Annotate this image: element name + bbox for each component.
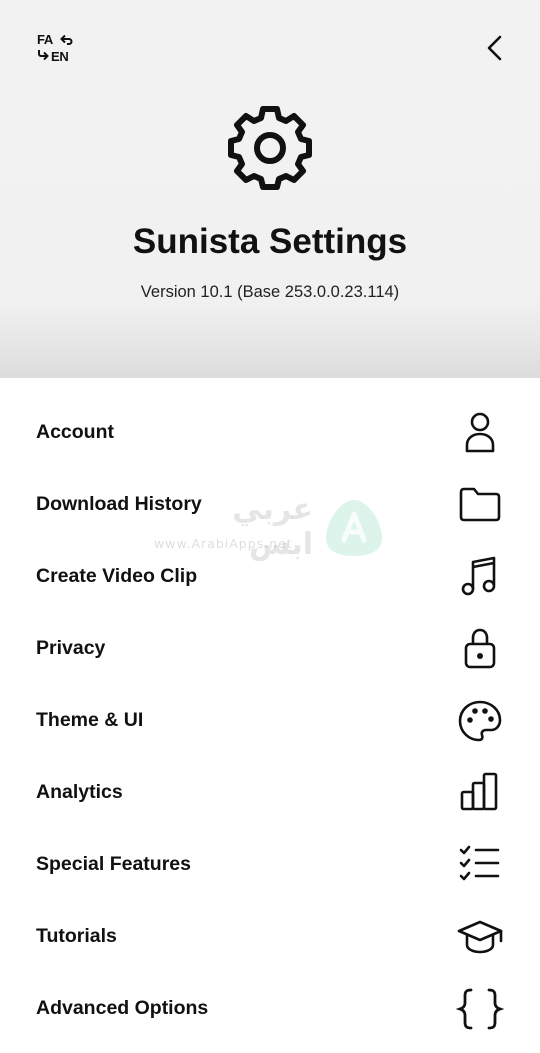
- menu-item-label: Theme & UI: [36, 709, 144, 731]
- menu-item-label: Create Video Clip: [36, 565, 198, 587]
- palette-icon: [456, 698, 504, 744]
- menu-item-tutorials[interactable]: Tutorials: [0, 901, 540, 973]
- music-note-icon: [456, 554, 504, 600]
- menu-item-create-video-clip[interactable]: Create Video Clip: [0, 541, 540, 613]
- menu-item-label: Tutorials: [36, 925, 117, 947]
- language-to-label: EN: [51, 49, 69, 64]
- menu-item-download-history[interactable]: Download History: [0, 469, 540, 541]
- back-button[interactable]: [480, 32, 510, 64]
- menu-item-advanced-options[interactable]: Advanced Options: [0, 973, 540, 1045]
- menu-item-label: Advanced Options: [36, 997, 209, 1019]
- chevron-left-icon: [487, 35, 502, 61]
- menu-item-label: Download History: [36, 493, 202, 515]
- language-toggle-button[interactable]: FA EN: [36, 32, 76, 66]
- settings-menu: Account Download History Create Video Cl…: [0, 397, 540, 1045]
- person-icon: [456, 410, 504, 456]
- settings-header: FA EN Sunista Settings Version 10.1 (Bas…: [0, 0, 540, 378]
- menu-item-label: Privacy: [36, 637, 106, 659]
- page-title: Sunista Settings: [132, 222, 408, 261]
- bar-chart-icon: [456, 770, 504, 816]
- menu-item-label: Special Features: [36, 853, 191, 875]
- swap-arrow-icon: [60, 34, 73, 45]
- curly-braces-icon: [456, 986, 504, 1032]
- menu-item-label: Account: [36, 421, 114, 443]
- menu-item-privacy[interactable]: Privacy: [0, 613, 540, 685]
- menu-item-analytics[interactable]: Analytics: [0, 757, 540, 829]
- gear-icon: [224, 102, 316, 194]
- menu-item-special-features[interactable]: Special Features: [0, 829, 540, 901]
- version-text: Version 10.1 (Base 253.0.0.23.114): [140, 283, 400, 301]
- lock-icon: [456, 626, 504, 672]
- graduation-cap-icon: [456, 914, 504, 960]
- menu-item-label: Analytics: [36, 781, 123, 803]
- menu-item-theme-ui[interactable]: Theme & UI: [0, 685, 540, 757]
- language-from-label: FA: [37, 32, 54, 47]
- menu-item-account[interactable]: Account: [0, 397, 540, 469]
- checklist-icon: [456, 842, 504, 888]
- folder-icon: [456, 482, 504, 528]
- swap-arrow-back-icon: [38, 50, 49, 61]
